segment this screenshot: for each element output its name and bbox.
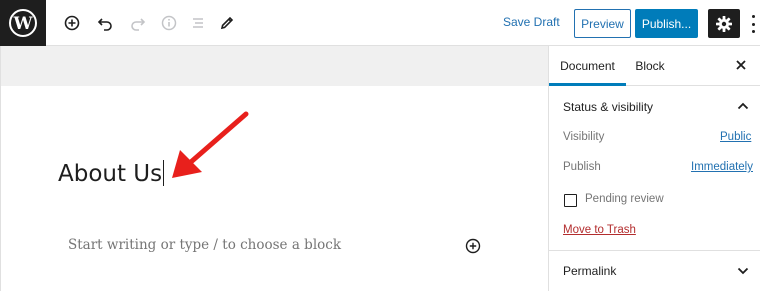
pending-review-label[interactable]: Pending review: [585, 193, 664, 205]
section-divider: [549, 250, 760, 251]
visibility-link[interactable]: Public: [720, 131, 751, 143]
inline-add-block-icon[interactable]: [465, 238, 481, 254]
info-icon[interactable]: [157, 11, 181, 35]
sidebar-tabs: Document Block: [549, 46, 760, 86]
gear-icon: [716, 15, 732, 32]
add-block-icon[interactable]: [60, 11, 84, 35]
preview-button[interactable]: Preview: [574, 9, 631, 38]
tab-document[interactable]: Document: [549, 46, 626, 86]
list-view-icon[interactable]: [186, 11, 210, 35]
publish-date-link[interactable]: Immediately: [691, 161, 753, 173]
status-visibility-heading[interactable]: Status & visibility: [563, 100, 653, 114]
text-caret: [163, 160, 165, 186]
editor-header-strip: [1, 46, 549, 86]
close-icon[interactable]: [734, 58, 748, 72]
permalink-heading[interactable]: Permalink: [563, 264, 616, 278]
red-arrow-annotation: [172, 111, 249, 178]
post-title[interactable]: About Us: [58, 160, 165, 187]
undo-icon[interactable]: [93, 11, 117, 35]
chevron-up-icon[interactable]: [737, 102, 749, 110]
settings-sidebar: Document Block Status & visibility Visib…: [548, 46, 760, 291]
publish-button[interactable]: Publish...: [635, 9, 698, 38]
more-vertical-icon[interactable]: [748, 13, 758, 35]
editor-toolbar: W Save Draft Preview Publish...: [0, 0, 760, 46]
editor-canvas: About Us Start writing or type / to choo…: [0, 46, 549, 291]
post-title-text: About Us: [58, 161, 163, 187]
tab-block[interactable]: Block: [635, 46, 665, 86]
block-placeholder[interactable]: Start writing or type / to choose a bloc…: [68, 237, 341, 253]
save-draft-button[interactable]: Save Draft: [503, 15, 560, 29]
settings-button[interactable]: [708, 9, 740, 38]
move-to-trash-link[interactable]: Move to Trash: [563, 224, 636, 236]
chevron-down-icon[interactable]: [737, 267, 749, 275]
svg-text:W: W: [12, 14, 33, 34]
publish-label: Publish: [563, 161, 601, 173]
visibility-label: Visibility: [563, 131, 605, 143]
wordpress-logo-icon[interactable]: W: [0, 0, 46, 46]
redo-icon[interactable]: [126, 11, 150, 35]
edit-tools-icon[interactable]: [215, 11, 239, 35]
pending-review-checkbox[interactable]: [564, 194, 577, 207]
